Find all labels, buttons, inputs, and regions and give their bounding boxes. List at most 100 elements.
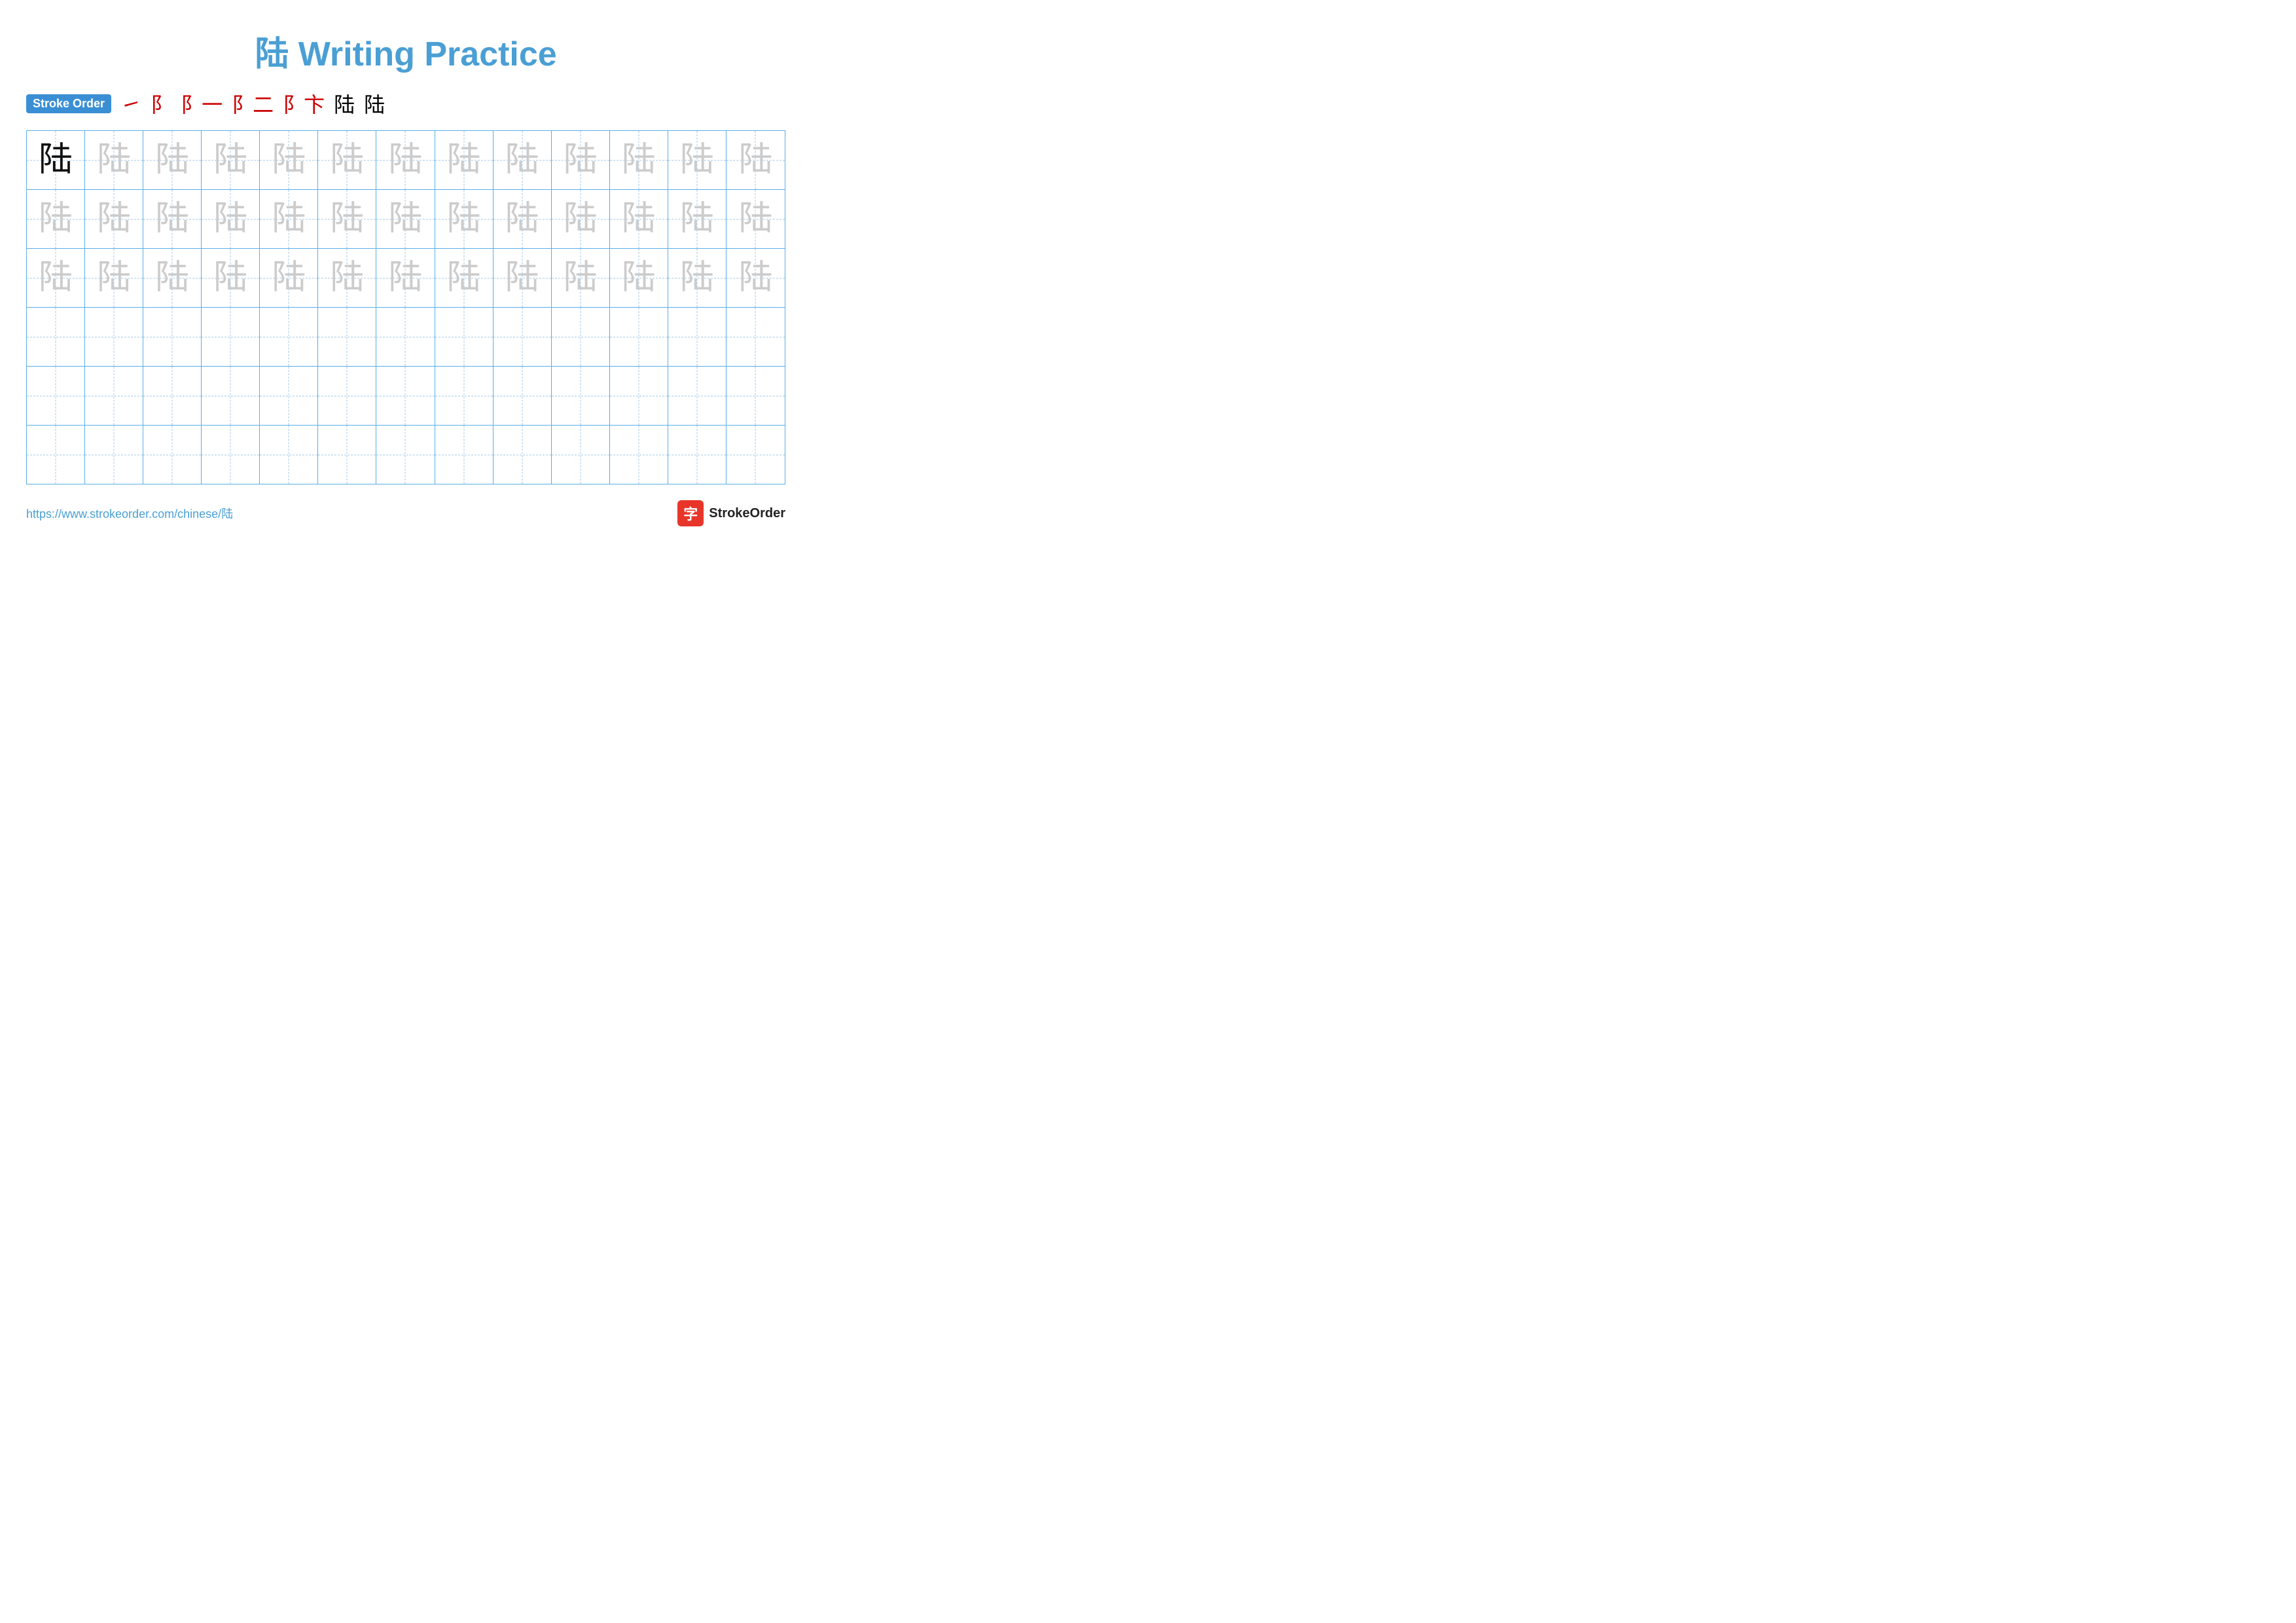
grid-cell-4-13[interactable] [726, 308, 785, 366]
grid-row-1: 陆 陆 陆 陆 陆 陆 陆 陆 陆 陆 陆 陆 陆 [27, 131, 785, 190]
stroke-step-7: 陆 [364, 88, 385, 119]
grid-cell-5-8[interactable] [435, 367, 493, 425]
grid-cell-4-6[interactable] [318, 308, 376, 366]
grid-cell-5-6[interactable] [318, 367, 376, 425]
grid-cell-6-5[interactable] [260, 426, 318, 484]
stroke-step-6: 陆 [334, 88, 355, 119]
grid-cell-2-12: 陆 [668, 190, 726, 248]
char-light: 陆 [447, 202, 481, 236]
grid-cell-1-6: 陆 [318, 131, 376, 189]
grid-cell-2-8: 陆 [435, 190, 493, 248]
grid-cell-6-12[interactable] [668, 426, 726, 484]
grid-cell-6-8[interactable] [435, 426, 493, 484]
char-light: 陆 [388, 143, 422, 177]
grid-cell-5-2[interactable] [85, 367, 143, 425]
practice-grid: 陆 陆 陆 陆 陆 陆 陆 陆 陆 陆 陆 陆 陆 陆 陆 陆 陆 陆 陆 陆 … [26, 130, 785, 484]
grid-cell-4-3[interactable] [143, 308, 202, 366]
grid-cell-5-10[interactable] [552, 367, 610, 425]
grid-cell-1-2: 陆 [85, 131, 143, 189]
char-light: 陆 [272, 261, 306, 295]
grid-cell-4-2[interactable] [85, 308, 143, 366]
char-light: 陆 [155, 143, 189, 177]
grid-cell-6-4[interactable] [202, 426, 260, 484]
grid-row-5 [27, 367, 785, 426]
footer-logo-text: StrokeOrder [709, 506, 785, 521]
grid-row-3: 陆 陆 陆 陆 陆 陆 陆 陆 陆 陆 陆 陆 陆 [27, 249, 785, 308]
char-light: 陆 [505, 202, 539, 236]
grid-cell-4-4[interactable] [202, 308, 260, 366]
char-light: 陆 [680, 202, 714, 236]
char-light: 陆 [330, 261, 364, 295]
char-light: 陆 [622, 143, 656, 177]
grid-cell-3-12: 陆 [668, 249, 726, 307]
grid-cell-3-11: 陆 [610, 249, 668, 307]
char-light: 陆 [155, 202, 189, 236]
stroke-step-1: ㇀ [120, 88, 141, 119]
char-light: 陆 [97, 143, 131, 177]
grid-cell-2-13: 陆 [726, 190, 785, 248]
grid-cell-5-3[interactable] [143, 367, 202, 425]
grid-cell-5-5[interactable] [260, 367, 318, 425]
grid-cell-2-7: 陆 [376, 190, 435, 248]
grid-cell-4-1[interactable] [27, 308, 85, 366]
grid-cell-6-11[interactable] [610, 426, 668, 484]
grid-row-4 [27, 308, 785, 367]
grid-row-2: 陆 陆 陆 陆 陆 陆 陆 陆 陆 陆 陆 陆 陆 [27, 190, 785, 249]
grid-cell-1-1: 陆 [27, 131, 85, 189]
footer-logo-icon: 字 [677, 500, 704, 526]
char-light: 陆 [505, 261, 539, 295]
grid-cell-6-1[interactable] [27, 426, 85, 484]
footer-logo: 字 StrokeOrder [677, 500, 785, 526]
grid-cell-4-8[interactable] [435, 308, 493, 366]
grid-cell-1-4: 陆 [202, 131, 260, 189]
grid-cell-4-11[interactable] [610, 308, 668, 366]
grid-cell-2-4: 陆 [202, 190, 260, 248]
char-light: 陆 [97, 261, 131, 295]
grid-cell-5-12[interactable] [668, 367, 726, 425]
grid-cell-3-2: 陆 [85, 249, 143, 307]
grid-cell-5-9[interactable] [493, 367, 552, 425]
char-dark: 陆 [39, 143, 73, 177]
grid-cell-3-9: 陆 [493, 249, 552, 307]
grid-cell-3-3: 陆 [143, 249, 202, 307]
grid-cell-1-11: 陆 [610, 131, 668, 189]
stroke-step-4: 阝⼆ [232, 88, 274, 119]
grid-cell-3-13: 陆 [726, 249, 785, 307]
char-light: 陆 [39, 202, 73, 236]
char-light: 陆 [272, 143, 306, 177]
grid-cell-6-7[interactable] [376, 426, 435, 484]
grid-cell-6-13[interactable] [726, 426, 785, 484]
grid-row-6 [27, 426, 785, 484]
grid-cell-6-10[interactable] [552, 426, 610, 484]
grid-cell-5-11[interactable] [610, 367, 668, 425]
grid-cell-4-5[interactable] [260, 308, 318, 366]
grid-cell-5-13[interactable] [726, 367, 785, 425]
char-light: 陆 [213, 143, 247, 177]
grid-cell-5-4[interactable] [202, 367, 260, 425]
grid-cell-4-12[interactable] [668, 308, 726, 366]
grid-cell-1-10: 陆 [552, 131, 610, 189]
char-light: 陆 [505, 143, 539, 177]
grid-cell-6-2[interactable] [85, 426, 143, 484]
grid-cell-3-6: 陆 [318, 249, 376, 307]
grid-cell-2-6: 陆 [318, 190, 376, 248]
char-light: 陆 [272, 202, 306, 236]
grid-cell-1-3: 陆 [143, 131, 202, 189]
stroke-step-3: 阝一 [181, 88, 223, 119]
grid-cell-2-5: 陆 [260, 190, 318, 248]
grid-cell-5-1[interactable] [27, 367, 85, 425]
char-light: 陆 [39, 261, 73, 295]
char-light: 陆 [738, 143, 772, 177]
char-light: 陆 [213, 202, 247, 236]
char-light: 陆 [213, 261, 247, 295]
grid-cell-4-7[interactable] [376, 308, 435, 366]
char-light: 陆 [622, 261, 656, 295]
grid-cell-6-3[interactable] [143, 426, 202, 484]
grid-cell-5-7[interactable] [376, 367, 435, 425]
grid-cell-4-10[interactable] [552, 308, 610, 366]
grid-cell-6-9[interactable] [493, 426, 552, 484]
grid-cell-6-6[interactable] [318, 426, 376, 484]
grid-cell-4-9[interactable] [493, 308, 552, 366]
char-light: 陆 [388, 261, 422, 295]
footer-url[interactable]: https://www.strokeorder.com/chinese/陆 [26, 505, 233, 522]
